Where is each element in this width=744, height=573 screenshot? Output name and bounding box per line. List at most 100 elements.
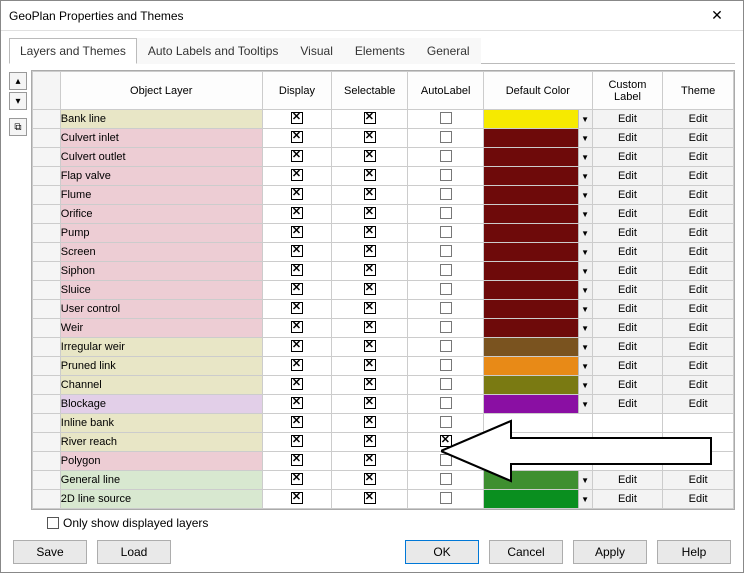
color-dropdown[interactable]: ▼ xyxy=(578,338,592,356)
checkbox[interactable] xyxy=(291,397,303,409)
autolabel-checkbox[interactable] xyxy=(440,264,452,276)
autolabel-checkbox[interactable] xyxy=(440,283,452,295)
column-header[interactable]: AutoLabel xyxy=(408,72,484,110)
color-swatch[interactable] xyxy=(484,395,578,413)
row-header[interactable] xyxy=(33,205,61,224)
color-dropdown[interactable]: ▼ xyxy=(578,490,592,508)
theme-edit-button[interactable]: Edit xyxy=(663,262,733,280)
checkbox[interactable] xyxy=(364,321,376,333)
color-swatch[interactable] xyxy=(484,471,578,489)
autolabel-checkbox[interactable] xyxy=(440,321,452,333)
color-swatch[interactable] xyxy=(484,205,578,223)
autolabel-checkbox[interactable] xyxy=(440,131,452,143)
row-header[interactable] xyxy=(33,471,61,490)
checkbox[interactable] xyxy=(291,169,303,181)
color-swatch[interactable] xyxy=(484,490,578,508)
checkbox[interactable] xyxy=(364,131,376,143)
row-header[interactable] xyxy=(33,338,61,357)
checkbox[interactable] xyxy=(291,207,303,219)
color-swatch[interactable] xyxy=(484,167,578,185)
color-swatch[interactable] xyxy=(484,281,578,299)
theme-edit-button[interactable]: Edit xyxy=(663,357,733,375)
load-button[interactable]: Load xyxy=(97,540,171,564)
object-layer-cell[interactable]: Siphon xyxy=(60,262,262,281)
object-layer-cell[interactable]: Inline bank xyxy=(60,414,262,433)
apply-button[interactable]: Apply xyxy=(573,540,647,564)
cancel-button[interactable]: Cancel xyxy=(489,540,563,564)
checkbox[interactable] xyxy=(364,264,376,276)
color-swatch[interactable] xyxy=(484,338,578,356)
custom-label-edit-button[interactable]: Edit xyxy=(593,110,663,128)
checkbox[interactable] xyxy=(291,473,303,485)
color-dropdown[interactable]: ▼ xyxy=(578,281,592,299)
theme-edit-button[interactable]: Edit xyxy=(663,148,733,166)
object-layer-cell[interactable]: Pump xyxy=(60,224,262,243)
tab-auto-labels-and-tooltips[interactable]: Auto Labels and Tooltips xyxy=(137,38,290,64)
color-dropdown[interactable]: ▼ xyxy=(578,129,592,147)
custom-label-edit-button[interactable]: Edit xyxy=(593,281,663,299)
custom-label-edit-button[interactable]: Edit xyxy=(593,186,663,204)
row-header[interactable] xyxy=(33,224,61,243)
custom-label-edit-button[interactable]: Edit xyxy=(593,490,663,508)
theme-edit-button[interactable]: Edit xyxy=(663,281,733,299)
checkbox[interactable] xyxy=(291,283,303,295)
object-layer-cell[interactable]: Weir xyxy=(60,319,262,338)
object-layer-cell[interactable]: Polygon xyxy=(60,452,262,471)
color-swatch[interactable] xyxy=(484,129,578,147)
theme-edit-button[interactable]: Edit xyxy=(663,376,733,394)
autolabel-checkbox[interactable] xyxy=(440,397,452,409)
autolabel-checkbox[interactable] xyxy=(440,302,452,314)
custom-label-edit-button[interactable]: Edit xyxy=(593,300,663,318)
custom-label-edit-button[interactable]: Edit xyxy=(593,167,663,185)
tab-elements[interactable]: Elements xyxy=(344,38,416,64)
color-swatch[interactable] xyxy=(484,357,578,375)
help-button[interactable]: Help xyxy=(657,540,731,564)
checkbox[interactable] xyxy=(364,169,376,181)
color-dropdown[interactable]: ▼ xyxy=(578,243,592,261)
autolabel-checkbox[interactable] xyxy=(440,435,452,447)
checkbox[interactable] xyxy=(291,302,303,314)
checkbox[interactable] xyxy=(291,454,303,466)
checkbox[interactable] xyxy=(291,150,303,162)
autolabel-checkbox[interactable] xyxy=(440,340,452,352)
custom-label-edit-button[interactable]: Edit xyxy=(593,262,663,280)
save-button[interactable]: Save xyxy=(13,540,87,564)
checkbox[interactable] xyxy=(364,283,376,295)
color-swatch[interactable] xyxy=(484,148,578,166)
checkbox[interactable] xyxy=(291,264,303,276)
copy-button[interactable]: ⧉ xyxy=(9,118,27,136)
color-swatch[interactable] xyxy=(484,186,578,204)
row-header[interactable] xyxy=(33,167,61,186)
color-dropdown[interactable]: ▼ xyxy=(578,167,592,185)
autolabel-checkbox[interactable] xyxy=(440,454,452,466)
custom-label-edit-button[interactable]: Edit xyxy=(593,395,663,413)
autolabel-checkbox[interactable] xyxy=(440,245,452,257)
checkbox[interactable] xyxy=(364,473,376,485)
checkbox[interactable] xyxy=(291,340,303,352)
autolabel-checkbox[interactable] xyxy=(440,473,452,485)
color-dropdown[interactable]: ▼ xyxy=(578,471,592,489)
row-header[interactable] xyxy=(33,148,61,167)
row-header[interactable] xyxy=(33,281,61,300)
column-header[interactable]: Object Layer xyxy=(60,72,262,110)
custom-label-edit-button[interactable]: Edit xyxy=(593,357,663,375)
checkbox[interactable] xyxy=(364,226,376,238)
object-layer-cell[interactable]: Screen xyxy=(60,243,262,262)
object-layer-cell[interactable]: Orifice xyxy=(60,205,262,224)
autolabel-checkbox[interactable] xyxy=(440,188,452,200)
object-layer-cell[interactable]: Culvert outlet xyxy=(60,148,262,167)
object-layer-cell[interactable]: River reach xyxy=(60,433,262,452)
row-header[interactable] xyxy=(33,376,61,395)
row-header[interactable] xyxy=(33,186,61,205)
row-header[interactable] xyxy=(33,490,61,509)
tab-layers-and-themes[interactable]: Layers and Themes xyxy=(9,38,137,64)
checkbox[interactable] xyxy=(364,378,376,390)
custom-label-edit-button[interactable]: Edit xyxy=(593,471,663,489)
object-layer-cell[interactable]: Bank line xyxy=(60,110,262,129)
theme-edit-button[interactable]: Edit xyxy=(663,319,733,337)
checkbox[interactable] xyxy=(364,340,376,352)
object-layer-cell[interactable]: User control xyxy=(60,300,262,319)
autolabel-checkbox[interactable] xyxy=(440,416,452,428)
only-displayed-checkbox[interactable] xyxy=(47,517,59,529)
color-swatch[interactable] xyxy=(484,224,578,242)
